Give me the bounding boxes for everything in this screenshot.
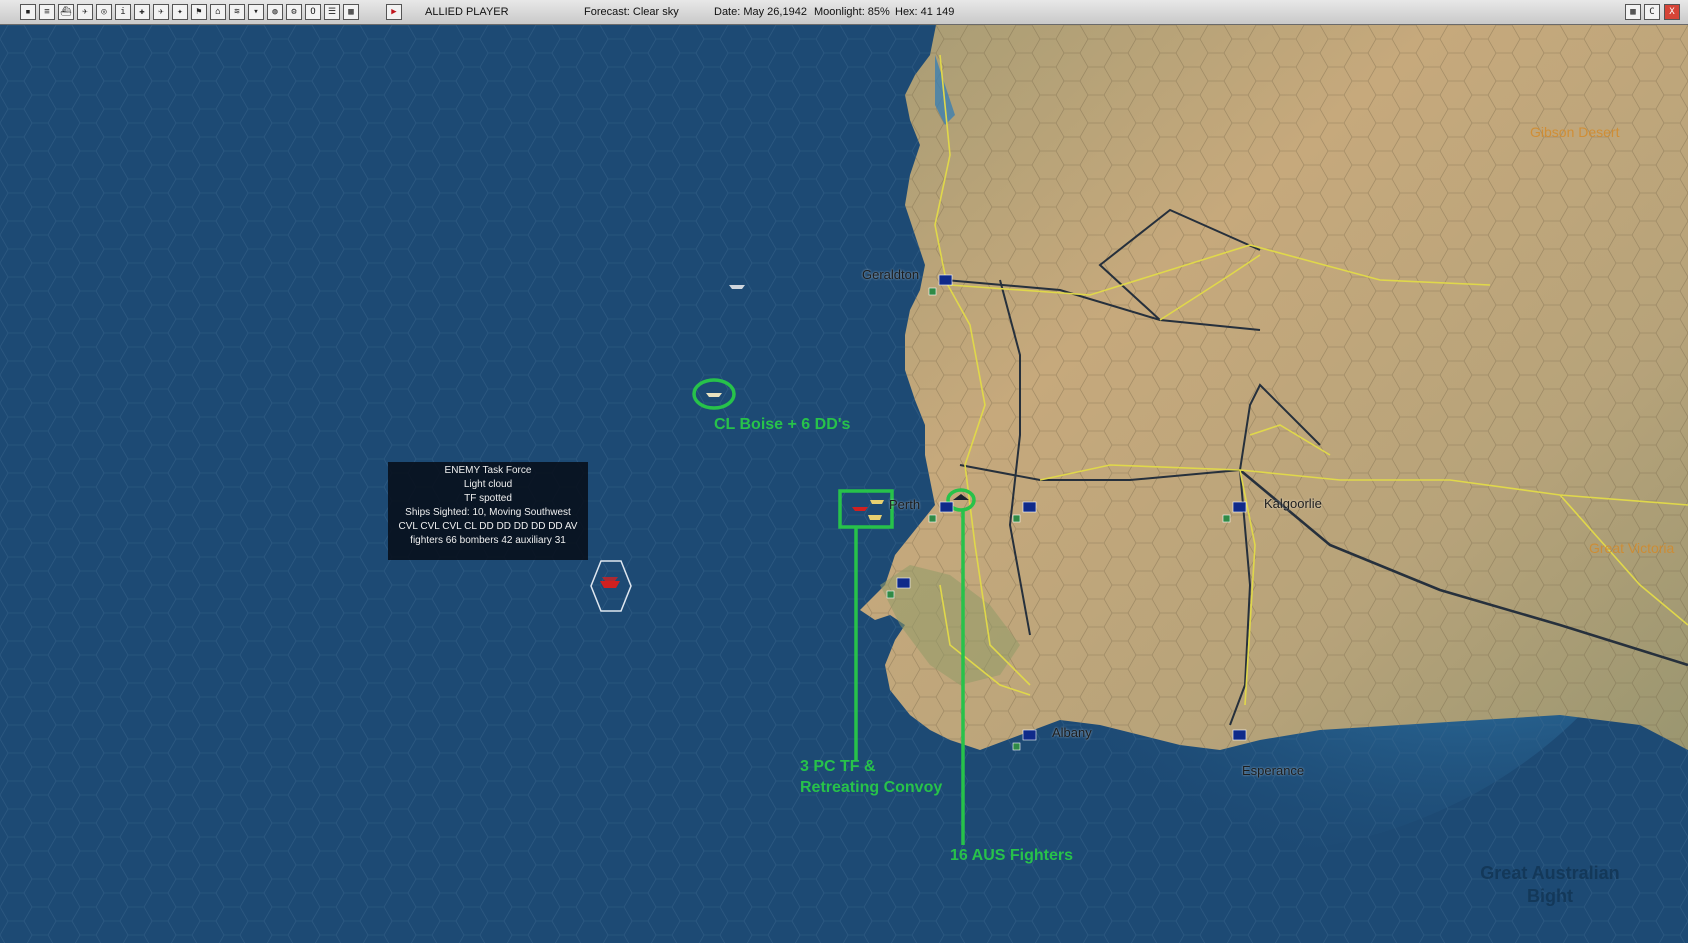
center-button[interactable]: C [1644, 4, 1660, 20]
city-label-albany[interactable]: Albany [1052, 725, 1092, 740]
air-icon[interactable]: ✈ [77, 4, 93, 20]
tf-icon[interactable]: ≋ [229, 4, 245, 20]
city-label-geraldton[interactable]: Geraldton [862, 267, 919, 282]
city-label-perth[interactable]: Perth [889, 497, 920, 512]
esperance-flag-icon[interactable] [1232, 729, 1247, 741]
end-turn-button[interactable]: ▶ [386, 4, 402, 20]
top-toolbar: ▪ ≡ ⛴ ✈ ◎ i ✚ ✈ ✦ ⚑ ⌂ ≋ ▾ ◍ ⚙ O ☰ ▦ ▶ ALLIED PLAYER Forec… [0, 0, 1688, 25]
tooltip-aircraft: fighters 66 bombers 42 auxiliary 31 [410, 535, 566, 546]
geraldton-flag-icon[interactable] [938, 274, 953, 286]
intel-icon[interactable]: ◎ [96, 4, 112, 20]
convoy-ship-icon-2 [870, 500, 884, 504]
region-label-great-victoria: Great Victoria [1589, 540, 1675, 556]
list-icon[interactable]: ☰ [324, 4, 340, 20]
sub-icon[interactable]: ▾ [248, 4, 264, 20]
region-label-great-australian-bight: Great Australian Bight [1480, 863, 1620, 906]
annotation-boise: CL Boise + 6 DD's [714, 416, 851, 433]
region-label-gibson-desert: Gibson Desert [1530, 124, 1620, 140]
perth-flag-icon[interactable] [939, 501, 954, 513]
city-label-esperance[interactable]: Esperance [1242, 763, 1304, 778]
map-icon[interactable]: ▦ [343, 4, 359, 20]
annotation-convoy-line1: 3 PC TF & [800, 758, 876, 775]
report-icon[interactable]: ≡ [39, 4, 55, 20]
tooltip-title: ENEMY Task Force [444, 465, 532, 476]
ship-icon[interactable]: ⛴ [58, 4, 74, 20]
strategic-map[interactable] [0, 25, 1688, 943]
perth-airbase-flag-icon[interactable] [1022, 501, 1037, 513]
bunbury-flag-icon[interactable] [896, 577, 911, 589]
hex-label: Hex: 41 149 [895, 6, 955, 18]
tooltip-sighted: Ships Sighted: 10, Moving Southwest [405, 507, 571, 518]
tooltip-weather: Light cloud [463, 479, 513, 490]
save-icon[interactable]: ▪ [20, 4, 36, 20]
bomber-icon[interactable]: ✦ [172, 4, 188, 20]
info-icon[interactable]: i [115, 4, 131, 20]
ob-icon[interactable]: O [305, 4, 321, 20]
settings-icon[interactable]: ⚙ [286, 4, 302, 20]
flag-icon[interactable]: ⚑ [191, 4, 207, 20]
tooltip-ships: CVL CVL CVL CL DD DD DD DD DD AV [398, 521, 578, 532]
convoy-ship-icon[interactable] [868, 515, 882, 520]
annotation-fighters: 16 AUS Fighters [950, 847, 1073, 864]
enemy-tf-tooltip: ENEMY Task Force Light cloud TF spotted … [388, 462, 588, 560]
player-label: ALLIED PLAYER [425, 6, 509, 18]
base-icon[interactable]: ✚ [134, 4, 150, 20]
annotation-convoy-line2: Retreating Convoy [800, 779, 943, 796]
tooltip-status: TF spotted [464, 493, 512, 504]
aircraft-icon[interactable]: ✈ [153, 4, 169, 20]
close-button[interactable]: X [1664, 4, 1680, 20]
kalgoorlie-flag-icon[interactable] [1232, 501, 1247, 513]
landing-icon[interactable]: ⌂ [210, 4, 226, 20]
albany-flag-icon[interactable] [1022, 729, 1037, 741]
moonlight-label: Moonlight: 85% [814, 6, 890, 18]
forecast-label: Forecast: Clear sky [584, 6, 679, 18]
map-view-icon[interactable]: ▦ [1625, 4, 1641, 20]
globe-icon[interactable]: ◍ [267, 4, 283, 20]
date-label: Date: May 26,1942 [714, 6, 807, 18]
city-label-kalgoorlie[interactable]: Kalgoorlie [1264, 496, 1322, 511]
